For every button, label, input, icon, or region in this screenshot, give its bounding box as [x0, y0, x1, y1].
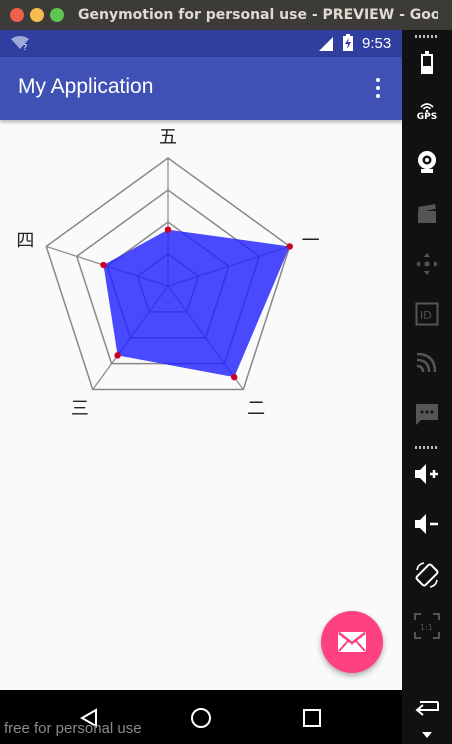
window-title: Genymotion for personal use - PREVIEW - … — [78, 7, 438, 23]
clapperboard-icon — [418, 204, 436, 223]
volume-down-icon — [415, 514, 438, 534]
radar-chart: 一二 三 四 五 — [16, 127, 320, 419]
battery-icon — [421, 51, 433, 74]
chevron-down-icon — [422, 732, 432, 738]
toolbar-grip-top — [415, 35, 439, 38]
window-controls — [10, 8, 64, 22]
pixel-perfect-button[interactable]: 1:1 — [402, 612, 452, 640]
minimize-window-button[interactable] — [30, 8, 44, 22]
radar-data-point — [231, 373, 238, 381]
radar-axis-label: 二 — [247, 398, 265, 419]
wifi-icon: ? — [11, 36, 29, 51]
radar-data-point — [114, 352, 121, 359]
app-title: My Application — [18, 75, 154, 98]
gps-label: GPS — [416, 112, 438, 122]
radar-data-area — [103, 229, 290, 378]
network-widget-button[interactable] — [402, 348, 452, 376]
battery-icon — [343, 34, 353, 51]
email-fab-button[interactable] — [321, 611, 383, 673]
volume-up-button[interactable] — [402, 460, 452, 488]
radar-axis-label: 四 — [16, 231, 34, 252]
screen-rotation-icon — [415, 562, 439, 588]
overflow-menu-button[interactable] — [366, 75, 390, 101]
maximize-window-button[interactable] — [50, 8, 64, 22]
return-icon — [415, 701, 439, 716]
close-window-button[interactable] — [10, 8, 24, 22]
rotate-button[interactable] — [402, 561, 452, 589]
radar-data-point — [286, 243, 293, 250]
dpad-icon — [416, 253, 438, 275]
gps-widget-button[interactable]: GPS — [402, 98, 452, 126]
more-vert-icon — [376, 78, 380, 82]
toolbar-grip-middle — [415, 446, 439, 449]
radar-data-point — [164, 226, 172, 233]
cast-icon — [416, 352, 437, 373]
personal-use-watermark: free for personal use — [4, 720, 142, 737]
radar-axis-label: 五 — [159, 127, 177, 148]
device-id-widget-button[interactable]: ID — [402, 300, 452, 328]
window-titlebar: Genymotion for personal use - PREVIEW - … — [0, 0, 452, 30]
status-time: 9:53 — [362, 35, 392, 52]
app-bar: My Application — [0, 57, 402, 120]
message-icon — [416, 404, 438, 425]
emulator-toolbar: GPS ID 1:1 — [402, 30, 452, 744]
signal-icon — [319, 37, 333, 51]
battery-widget-button[interactable] — [402, 48, 452, 78]
id-card-icon: ID — [415, 302, 439, 326]
android-back-toolbar-button[interactable] — [402, 694, 452, 722]
svg-text:?: ? — [23, 43, 27, 51]
status-bar: ? 9:53 — [0, 30, 402, 57]
volume-up-icon — [415, 464, 438, 484]
dpad-widget-button[interactable] — [402, 250, 452, 278]
sms-widget-button[interactable] — [402, 400, 452, 428]
mail-icon — [338, 632, 366, 652]
radar-axis-label: 一 — [302, 231, 320, 252]
recents-icon[interactable] — [303, 709, 321, 727]
radar-data-point — [100, 261, 107, 269]
webcam-icon — [418, 151, 436, 173]
pixel-ratio-icon: 1:1 — [414, 613, 440, 639]
radar-axis-label: 三 — [71, 398, 89, 419]
camera-widget-button[interactable] — [402, 148, 452, 176]
volume-down-button[interactable] — [402, 510, 452, 538]
media-widget-button[interactable] — [402, 200, 452, 228]
toolbar-more-button[interactable] — [402, 728, 452, 742]
svg-text:ID: ID — [420, 309, 432, 322]
svg-text:1:1: 1:1 — [420, 623, 433, 632]
home-icon[interactable] — [190, 707, 212, 729]
gps-signal-icon — [420, 103, 434, 112]
device-screen: ? 9:53 My Application 一二 三 四 五 free for per… — [0, 30, 402, 744]
